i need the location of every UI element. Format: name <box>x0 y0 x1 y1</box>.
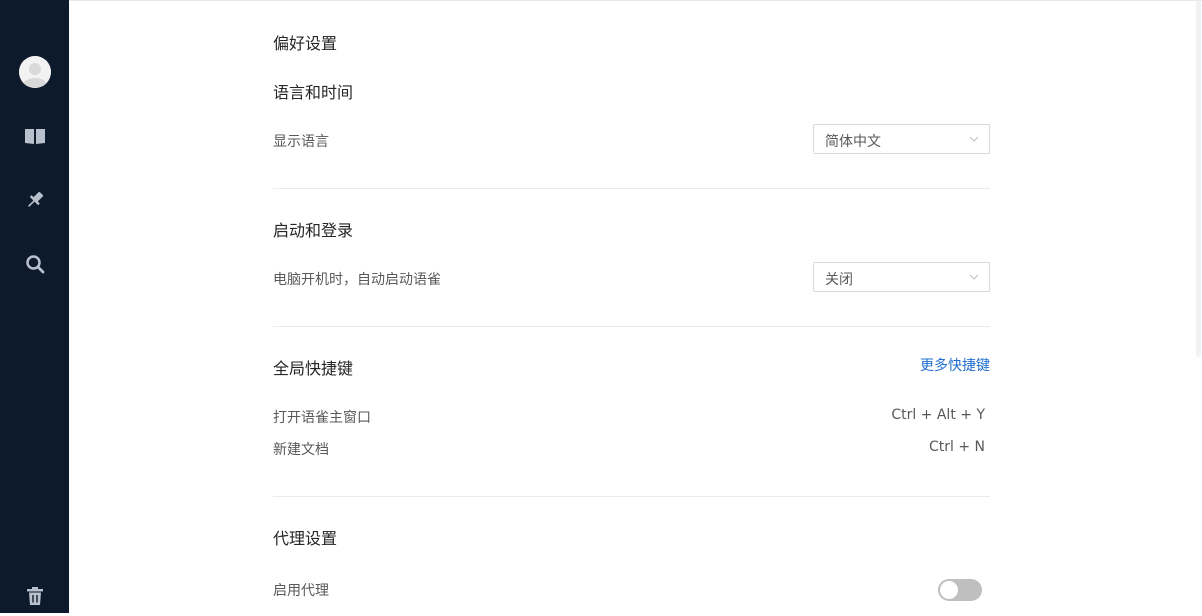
section-title-proxy: 代理设置 <box>273 529 338 548</box>
pin-icon <box>27 191 43 207</box>
scrollbar-thumb[interactable] <box>1196 1 1201 357</box>
sidebar-item-pinned[interactable] <box>0 180 69 220</box>
auto-start-select[interactable]: 关闭 <box>813 262 990 292</box>
sidebar-item-trash[interactable] <box>0 576 69 616</box>
page-title: 偏好设置 <box>273 34 338 53</box>
divider <box>273 326 990 327</box>
shortcut-keys[interactable]: Ctrl + N <box>929 439 985 455</box>
settings-panel: 偏好设置 语言和时间 显示语言 简体中文 启动和登录 电脑开机时，自动启动语雀 … <box>69 0 1202 613</box>
enable-proxy-label: 启用代理 <box>273 583 329 599</box>
auto-start-value: 关闭 <box>825 272 853 288</box>
sidebar-item-search[interactable] <box>0 244 69 284</box>
avatar <box>18 56 51 88</box>
scrollbar[interactable] <box>1194 1 1202 614</box>
trash-icon <box>26 587 43 605</box>
display-language-select[interactable]: 简体中文 <box>813 124 990 154</box>
sidebar-item-avatar[interactable] <box>0 52 69 92</box>
shortcut-keys[interactable]: Ctrl + Alt + Y <box>891 407 985 423</box>
toggle-knob <box>940 581 958 599</box>
chevron-down-icon <box>969 274 979 280</box>
chevron-down-icon <box>969 136 979 142</box>
divider <box>273 188 990 189</box>
section-title-startup: 启动和登录 <box>273 221 354 240</box>
search-icon <box>25 255 44 274</box>
section-title-shortcuts: 全局快捷键 <box>273 359 354 378</box>
more-shortcuts-link[interactable]: 更多快捷键 <box>920 355 990 375</box>
divider <box>273 496 990 497</box>
section-title-language: 语言和时间 <box>273 83 354 102</box>
shortcut-label: 新建文档 <box>273 442 329 458</box>
auto-start-label: 电脑开机时，自动启动语雀 <box>273 272 441 288</box>
book-icon <box>24 129 45 144</box>
user-silhouette-icon <box>18 56 51 88</box>
shortcut-label: 打开语雀主窗口 <box>273 410 371 426</box>
sidebar-item-library[interactable] <box>0 116 69 156</box>
sidebar <box>0 0 69 613</box>
display-language-value: 简体中文 <box>825 134 881 150</box>
enable-proxy-toggle[interactable] <box>938 579 982 601</box>
display-language-label: 显示语言 <box>273 134 329 150</box>
